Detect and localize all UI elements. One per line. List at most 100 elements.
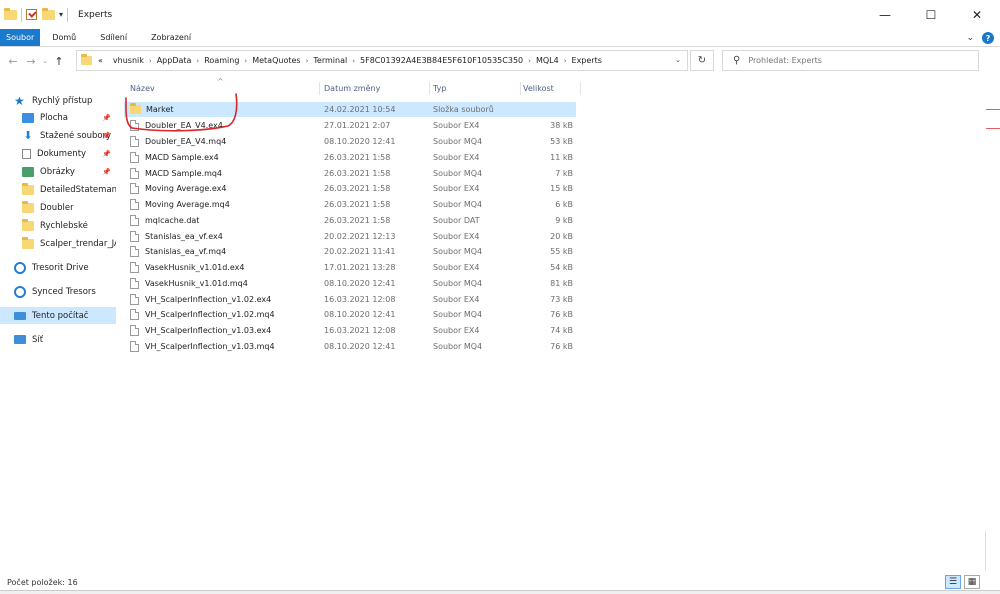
chevron-right-icon[interactable]: › xyxy=(306,57,309,65)
refresh-button[interactable]: ↻ xyxy=(690,50,714,71)
breadcrumb-item[interactable]: MetaQuotes xyxy=(252,56,300,65)
list-item[interactable]: VH_ScalperInflection_v1.02.ex4 16.03.202… xyxy=(124,292,576,307)
sidebar-item-quick-access[interactable]: ★ Rychlý přístup xyxy=(0,93,116,108)
help-icon[interactable]: ? xyxy=(982,32,994,44)
list-item[interactable]: VasekHusnik_v1.01d.mq4 08.10.2020 12:41 … xyxy=(124,276,576,291)
chevron-right-icon[interactable]: › xyxy=(149,57,152,65)
sidebar-item-network[interactable]: Síť xyxy=(0,332,116,347)
file-icon xyxy=(130,215,139,226)
address-dropdown-icon[interactable]: ⌄ xyxy=(675,56,681,64)
breadcrumb-overflow[interactable]: « xyxy=(98,56,103,65)
breadcrumb-item[interactable]: Roaming xyxy=(204,56,239,65)
breadcrumb-item[interactable]: Terminal xyxy=(313,56,347,65)
file-icon xyxy=(130,168,139,179)
list-item[interactable]: MACD Sample.mq4 26.03.2021 1:58 Soubor M… xyxy=(124,166,576,181)
item-count: Počet položek: 16 xyxy=(7,577,78,587)
recent-locations-chevron-icon[interactable]: ⌄ xyxy=(40,57,50,65)
folder-icon xyxy=(130,103,141,114)
toolbar-divider xyxy=(21,7,22,22)
column-header-type[interactable]: Typ xyxy=(433,80,521,97)
breadcrumb-item[interactable]: MQL4 xyxy=(536,56,559,65)
sidebar-item-documents[interactable]: Dokumenty 📌 xyxy=(0,146,116,161)
pin-icon[interactable]: 📌 xyxy=(102,168,111,176)
customize-toolbar-icon[interactable]: ▾ xyxy=(59,10,63,19)
background-strip xyxy=(0,590,1000,594)
file-icon xyxy=(130,120,139,131)
sidebar-item-desktop[interactable]: Plocha 📌 xyxy=(0,110,116,125)
file-icon xyxy=(130,341,139,352)
details-view-button[interactable]: ☰ xyxy=(945,575,961,589)
file-icon xyxy=(130,152,139,163)
sidebar-item-detailedstatemant[interactable]: DetailedStatemant xyxy=(0,182,116,197)
properties-icon[interactable] xyxy=(26,9,37,20)
sidebar-item-doubler[interactable]: Doubler xyxy=(0,200,116,215)
chevron-right-icon[interactable]: › xyxy=(352,57,355,65)
maximize-button[interactable]: ☐ xyxy=(908,0,954,29)
chevron-right-icon[interactable]: › xyxy=(244,57,247,65)
list-item[interactable]: Doubler_EA_V4.mq4 08.10.2020 12:41 Soubo… xyxy=(124,134,576,149)
view-switcher: ☰ ▦ xyxy=(945,575,980,589)
sidebar-item-rychlebske[interactable]: Rychlebské xyxy=(0,218,116,233)
breadcrumb-item[interactable]: vhusnik xyxy=(113,56,144,65)
up-arrow-icon[interactable]: ↑ xyxy=(50,55,68,68)
sidebar-item-tresorit-drive[interactable]: Tresorit Drive xyxy=(0,260,116,275)
pin-icon[interactable]: 📌 xyxy=(102,132,111,140)
list-item[interactable]: Stanislas_ea_vf.mq4 20.02.2021 11:41 Sou… xyxy=(124,244,576,259)
toolbar-divider xyxy=(67,7,69,22)
list-item[interactable]: VH_ScalperInflection_v1.03.mq4 08.10.202… xyxy=(124,339,576,354)
breadcrumb-item[interactable]: AppData xyxy=(157,56,192,65)
list-item[interactable]: VasekHusnik_v1.01d.ex4 17.01.2021 13:28 … xyxy=(124,260,576,275)
column-header-date[interactable]: Datum změny xyxy=(324,80,430,97)
sidebar-item-this-pc[interactable]: Tento počítač xyxy=(0,307,116,324)
background-artifact xyxy=(986,128,1000,129)
background-artifact xyxy=(986,109,1000,110)
column-header-size[interactable]: Velikost xyxy=(523,80,581,97)
sidebar-item-downloads[interactable]: ⬇ Stažené soubory 📌 xyxy=(0,128,116,143)
chevron-right-icon[interactable]: › xyxy=(528,57,531,65)
large-icons-view-button[interactable]: ▦ xyxy=(964,575,980,589)
list-item-folder[interactable]: Market 24.02.2021 10:54 Složka souborů xyxy=(124,102,576,117)
chevron-right-icon[interactable]: › xyxy=(196,57,199,65)
list-item[interactable]: Doubler_EA_V4.ex4 27.01.2021 2:07 Soubor… xyxy=(124,118,576,133)
sidebar-item-synced-tresors[interactable]: Synced Tresors xyxy=(0,284,116,299)
search-box[interactable]: ⚲ xyxy=(722,50,979,71)
tresorit-icon xyxy=(14,285,26,298)
ribbon-right-controls: ⌄ ? xyxy=(966,29,994,47)
tab-domu[interactable]: Domů xyxy=(40,29,88,46)
background-artifact xyxy=(985,531,986,571)
tab-sdileni[interactable]: Sdílení xyxy=(88,29,139,46)
breadcrumb-item[interactable]: Experts xyxy=(572,56,602,65)
close-button[interactable]: ✕ xyxy=(954,0,1000,29)
forward-arrow-icon[interactable]: → xyxy=(22,55,40,68)
folder-icon[interactable] xyxy=(4,7,17,20)
new-folder-icon[interactable] xyxy=(42,7,55,20)
sidebar-item-scalper-trendar[interactable]: Scalper_trendar_JArr xyxy=(0,236,116,251)
pictures-icon xyxy=(22,166,34,177)
tab-soubor[interactable]: Soubor xyxy=(0,29,41,46)
list-item[interactable]: VH_ScalperInflection_v1.02.mq4 08.10.202… xyxy=(124,307,576,322)
list-item[interactable]: VH_ScalperInflection_v1.03.ex4 16.03.202… xyxy=(124,323,576,338)
column-header-name[interactable]: Název xyxy=(130,80,320,97)
list-item[interactable]: mqlcache.dat 26.03.2021 1:58 Soubor DAT … xyxy=(124,213,576,228)
back-arrow-icon[interactable]: ← xyxy=(4,55,22,68)
folder-icon xyxy=(22,218,34,231)
list-item[interactable]: Moving Average.ex4 26.03.2021 1:58 Soubo… xyxy=(124,181,576,196)
chevron-right-icon[interactable]: › xyxy=(564,57,567,65)
download-icon: ⬇ xyxy=(23,128,33,142)
minimize-button[interactable]: — xyxy=(862,0,908,29)
list-item[interactable]: Moving Average.mq4 26.03.2021 1:58 Soubo… xyxy=(124,197,576,212)
expand-ribbon-icon[interactable]: ⌄ xyxy=(966,33,974,43)
list-item[interactable]: Stanislas_ea_vf.ex4 20.02.2021 12:13 Sou… xyxy=(124,229,576,244)
list-item[interactable]: MACD Sample.ex4 26.03.2021 1:58 Soubor E… xyxy=(124,150,576,165)
pin-icon[interactable]: 📌 xyxy=(102,150,111,158)
search-input[interactable] xyxy=(748,56,949,65)
tab-zobrazeni[interactable]: Zobrazení xyxy=(139,29,203,46)
address-bar[interactable]: « vhusnik › AppData › Roaming › MetaQuot… xyxy=(76,50,688,71)
breadcrumb-item[interactable]: 5F8C01392A4E3B84E5F610F10535C350 xyxy=(360,56,523,65)
file-icon xyxy=(130,278,139,289)
quick-access-toolbar: ▾ xyxy=(0,0,72,29)
file-icon xyxy=(130,262,139,273)
file-icon xyxy=(130,294,139,305)
pin-icon[interactable]: 📌 xyxy=(102,114,111,122)
sidebar-item-pictures[interactable]: Obrázky 📌 xyxy=(0,164,116,179)
